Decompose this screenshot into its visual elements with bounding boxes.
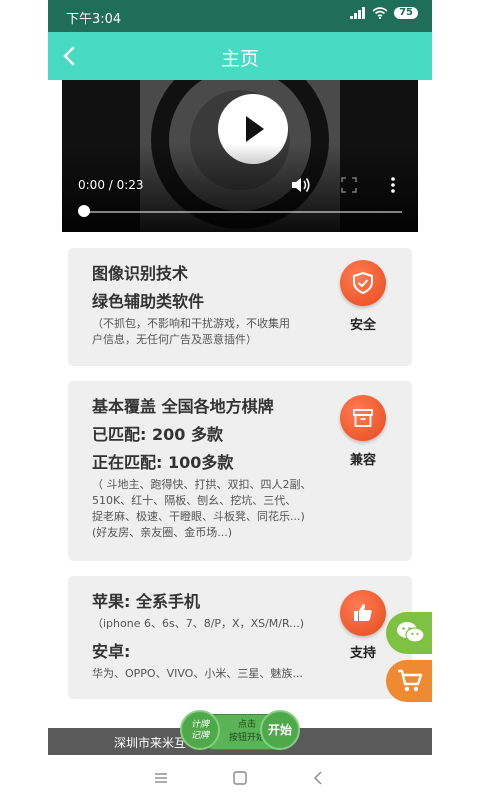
wifi-icon (372, 7, 388, 19)
video-player[interactable]: 0:00 / 0:23 (62, 80, 418, 232)
wechat-icon (397, 622, 425, 643)
badge-label: 兼容 (349, 453, 376, 468)
card-detail: 户信息，无任何广告及恶意插件） (92, 333, 257, 346)
feature-card-security: 图像识别技术 绿色辅助类软件 （不抓包，不影响和干扰游戏，不收集用 户信息，无任… (68, 248, 412, 366)
card-heading: 正在匹配: 100多款 (92, 453, 234, 472)
card-detail: (好友房、亲友圈、金币场...) (92, 526, 233, 539)
floating-control[interactable]: 点击 按钮开始 计牌 记牌 开始 (180, 710, 300, 752)
status-time: 下午3:04 (66, 12, 122, 27)
status-bar: 下午3:04 75 (48, 0, 432, 32)
card-detail: 510K、红十、隔板、刨幺、挖坑、三代、 (92, 494, 297, 507)
card-detail: 华为、OPPO、VIVO、小米、三星、魅族... (92, 667, 303, 680)
phone-screen: 下午3:04 75 主页 0:00 / 0:23 图像识别技术 绿色辅助类软件 … (48, 0, 432, 800)
menu-icon[interactable] (152, 769, 170, 787)
card-detail: （ 斗地主、跑得快、打拱、双扣、四人2副、 (92, 478, 312, 491)
card-detail: （不抓包，不影响和干扰游戏，不收集用 (92, 317, 290, 330)
start-button[interactable]: 开始 (260, 710, 300, 750)
system-nav-bar (48, 756, 432, 800)
status-icons: 75 (350, 7, 418, 19)
fullscreen-icon[interactable] (340, 176, 358, 194)
wechat-float-button[interactable] (386, 612, 432, 654)
card-heading: 图像识别技术 (92, 264, 189, 283)
signal-icon (350, 7, 366, 19)
thumbs-up-icon (340, 590, 386, 636)
feature-card-support: 苹果: 全系手机 （iphone 6、6s、7、8/P，X，XS/M/R...)… (68, 576, 412, 699)
more-options-icon[interactable] (388, 176, 398, 194)
cart-icon (398, 669, 423, 692)
app-header: 主页 (48, 32, 432, 80)
card-counter-button[interactable]: 计牌 记牌 (180, 710, 220, 750)
card-heading: 基本覆盖 全国各地方棋牌 (92, 397, 274, 416)
video-time: 0:00 / 0:23 (78, 178, 144, 192)
card-heading: 安卓: (92, 642, 131, 661)
back-nav-icon[interactable] (310, 769, 328, 787)
page-title: 主页 (220, 48, 259, 70)
video-progress-track[interactable] (84, 211, 402, 213)
volume-icon[interactable] (290, 176, 312, 194)
card-detail: （iphone 6、6s、7、8/P，X，XS/M/R...) (92, 617, 305, 630)
home-icon[interactable] (231, 769, 249, 787)
box-icon (340, 395, 386, 441)
card-detail: 捉老麻、极速、干瞪眼、斗板凳、同花乐...) (92, 510, 305, 523)
shield-check-icon (340, 260, 386, 306)
badge-label: 安全 (349, 318, 376, 333)
feature-card-compatibility: 基本覆盖 全国各地方棋牌 已匹配: 200 多款 正在匹配: 100多款 （ 斗… (68, 381, 412, 561)
cart-float-button[interactable] (386, 660, 432, 702)
battery-indicator: 75 (394, 7, 418, 19)
card-heading: 已匹配: 200 多款 (92, 425, 223, 444)
card-heading: 苹果: 全系手机 (92, 592, 200, 611)
card-heading: 绿色辅助类软件 (92, 292, 205, 311)
badge-label: 支持 (349, 646, 376, 661)
video-progress-handle[interactable] (78, 205, 90, 217)
